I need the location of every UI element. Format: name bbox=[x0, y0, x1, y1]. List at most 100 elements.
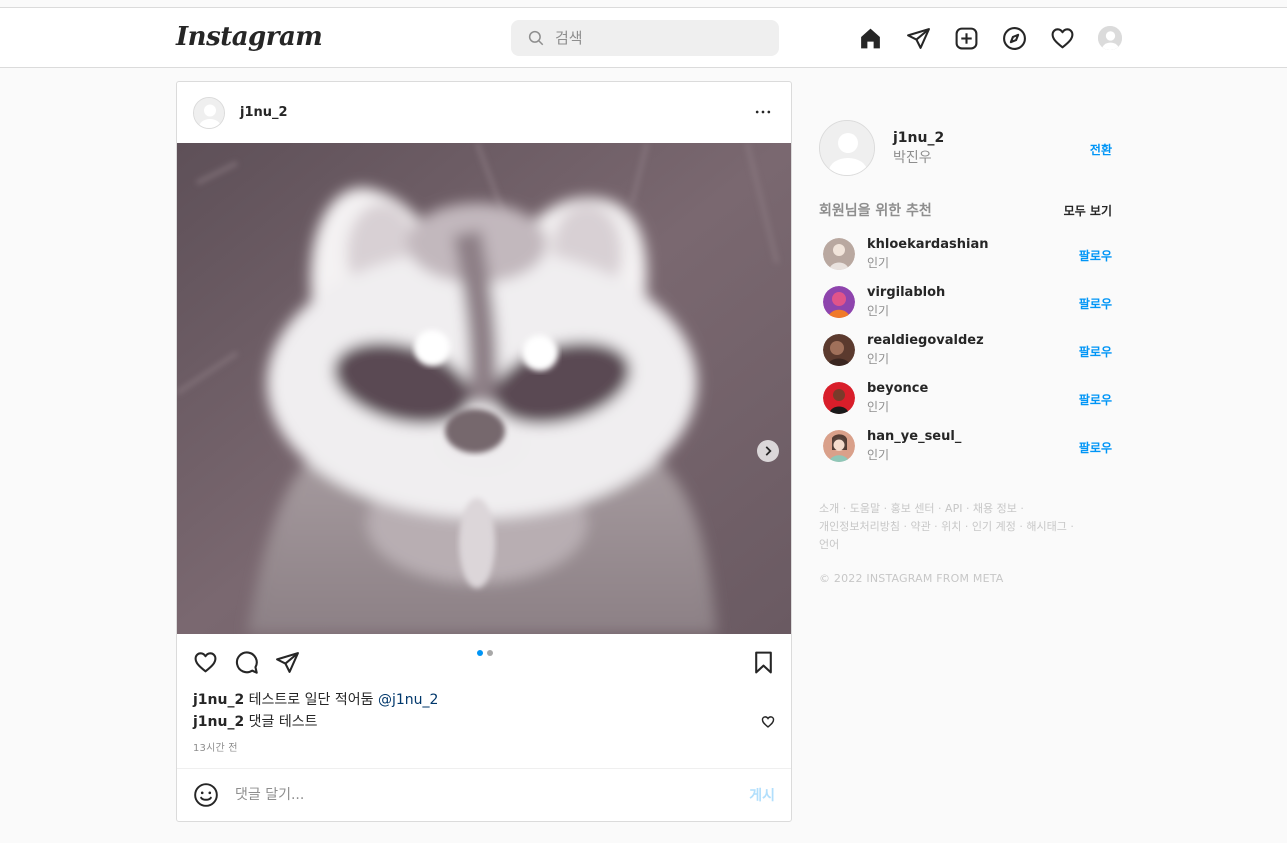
comment-like-button[interactable] bbox=[761, 714, 775, 728]
list-item: khloekardashian 인기 팔로우 bbox=[819, 230, 1112, 278]
more-options-button[interactable] bbox=[753, 102, 773, 127]
share-button[interactable] bbox=[275, 650, 301, 676]
new-post-button[interactable] bbox=[953, 25, 979, 51]
heart-icon bbox=[1051, 27, 1073, 48]
carousel-next-button[interactable] bbox=[757, 440, 779, 462]
suggested-user-avatar[interactable] bbox=[823, 430, 855, 462]
post-comment-button[interactable]: 게시 bbox=[749, 785, 775, 805]
avatar-image bbox=[823, 430, 855, 462]
comment-button[interactable] bbox=[234, 650, 260, 676]
post-actions bbox=[193, 650, 301, 676]
suggestion-reason: 인기 bbox=[867, 256, 890, 270]
save-button[interactable] bbox=[751, 650, 777, 676]
heart-icon bbox=[194, 652, 217, 673]
instagram-logo[interactable]: Instagram bbox=[176, 22, 323, 52]
avatar-image bbox=[823, 238, 855, 270]
follow-button[interactable]: 팔로우 bbox=[1079, 343, 1112, 360]
more-dots-icon bbox=[755, 110, 771, 114]
top-strip bbox=[0, 0, 1287, 8]
suggestion-reason: 인기 bbox=[867, 448, 890, 462]
suggested-username[interactable]: han_ye_seul_ bbox=[867, 429, 961, 444]
chevron-right-icon bbox=[765, 446, 772, 456]
send-icon bbox=[276, 652, 299, 673]
suggested-user-avatar[interactable] bbox=[823, 334, 855, 366]
default-avatar-icon bbox=[1098, 26, 1122, 50]
footer-links-line[interactable]: 소개 · 도움말 · 홍보 센터 · API · 채용 정보 · bbox=[819, 500, 1119, 518]
post-image[interactable] bbox=[177, 143, 791, 634]
suggested-user-avatar[interactable] bbox=[823, 286, 855, 318]
search-icon bbox=[528, 30, 544, 46]
follow-button[interactable]: 팔로우 bbox=[1079, 295, 1112, 312]
suggested-username[interactable]: realdiegovaldez bbox=[867, 333, 984, 348]
avatar bbox=[1098, 26, 1122, 50]
post-author-username[interactable]: j1nu_2 bbox=[240, 105, 288, 120]
copyright: © 2022 INSTAGRAM FROM META bbox=[819, 572, 1004, 585]
suggestion-reason: 인기 bbox=[867, 304, 890, 318]
suggested-username[interactable]: khloekardashian bbox=[867, 237, 989, 252]
plus-square-icon bbox=[955, 27, 977, 49]
footer-links-line[interactable]: 언어 bbox=[819, 536, 1119, 554]
carousel-dot bbox=[477, 650, 483, 656]
footer-links: 소개 · 도움말 · 홍보 센터 · API · 채용 정보 · 개인정보처리방… bbox=[819, 500, 1119, 554]
direct-messages-button[interactable] bbox=[905, 25, 931, 51]
suggestions-title: 회원님을 위한 추천 bbox=[819, 203, 932, 219]
default-avatar-icon bbox=[194, 97, 224, 128]
sidebar: j1nu_2 박진우 전환 회원님을 위한 추천 모두 보기 khloekard… bbox=[819, 120, 1112, 585]
feed-post: j1nu_2 j1nu_2 테스트로 일단 적어둠 @j1nu_2 j1nu_2… bbox=[176, 81, 792, 822]
switch-account-button[interactable]: 전환 bbox=[1090, 141, 1112, 158]
suggested-username[interactable]: beyonce bbox=[867, 381, 928, 396]
home-button[interactable] bbox=[857, 25, 883, 51]
suggestion-reason: 인기 bbox=[867, 400, 890, 414]
avatar-image bbox=[823, 286, 855, 318]
heart-icon bbox=[761, 716, 775, 728]
list-item: beyonce 인기 팔로우 bbox=[819, 374, 1112, 422]
nav-icons bbox=[857, 25, 1123, 51]
search-box[interactable] bbox=[511, 20, 779, 56]
see-all-button[interactable]: 모두 보기 bbox=[1064, 202, 1112, 219]
carousel-indicator bbox=[477, 650, 493, 656]
carousel-dot bbox=[487, 650, 493, 656]
raccoon-photo bbox=[177, 143, 791, 634]
post-header: j1nu_2 bbox=[177, 82, 791, 143]
top-navbar: Instagram bbox=[0, 8, 1287, 68]
like-button[interactable] bbox=[193, 650, 219, 676]
list-item: han_ye_seul_ 인기 팔로우 bbox=[819, 422, 1112, 470]
add-comment-bar: 게시 bbox=[177, 768, 791, 821]
explore-button[interactable] bbox=[1001, 25, 1027, 51]
caption-text: 테스트로 일단 적어둠 bbox=[248, 692, 374, 708]
bookmark-icon bbox=[755, 651, 772, 674]
follow-button[interactable]: 팔로우 bbox=[1079, 391, 1112, 408]
follow-button[interactable]: 팔로우 bbox=[1079, 439, 1112, 456]
suggested-username[interactable]: virgilabloh bbox=[867, 285, 945, 300]
search-input[interactable] bbox=[555, 29, 755, 47]
emoji-icon[interactable] bbox=[193, 782, 219, 808]
footer-links-line[interactable]: 개인정보처리방침 · 약관 · 위치 · 인기 계정 · 해시태그 · bbox=[819, 518, 1119, 536]
list-item: virgilabloh 인기 팔로우 bbox=[819, 278, 1112, 326]
comment-text: 댓글 테스트 bbox=[248, 714, 318, 730]
current-user-card: j1nu_2 박진우 전환 bbox=[819, 120, 1112, 176]
follow-button[interactable]: 팔로우 bbox=[1079, 247, 1112, 264]
home-icon bbox=[860, 28, 880, 48]
profile-button[interactable] bbox=[1097, 25, 1123, 51]
comment-username[interactable]: j1nu_2 bbox=[193, 714, 244, 730]
suggested-user-avatar[interactable] bbox=[823, 238, 855, 270]
current-user-username[interactable]: j1nu_2 bbox=[893, 130, 944, 146]
post-author-avatar[interactable] bbox=[193, 96, 225, 129]
suggestion-reason: 인기 bbox=[867, 352, 890, 366]
suggestions-list: khloekardashian 인기 팔로우 virgilabloh 인기 팔로… bbox=[819, 230, 1112, 470]
avatar-image bbox=[823, 334, 855, 366]
suggested-user-avatar[interactable] bbox=[823, 382, 855, 414]
activity-button[interactable] bbox=[1049, 25, 1075, 51]
compass-icon bbox=[1002, 26, 1026, 50]
caption-mention-link[interactable]: @j1nu_2 bbox=[378, 692, 438, 708]
post-timestamp[interactable]: 13시간 전 bbox=[193, 739, 238, 754]
current-user-avatar[interactable] bbox=[819, 120, 875, 176]
comment-input[interactable] bbox=[235, 787, 715, 803]
caption-username[interactable]: j1nu_2 bbox=[193, 692, 244, 708]
avatar-image bbox=[823, 382, 855, 414]
default-avatar-icon bbox=[820, 121, 874, 175]
post-caption: j1nu_2 테스트로 일단 적어둠 @j1nu_2 bbox=[193, 689, 438, 711]
comment-bubble-icon bbox=[235, 651, 258, 674]
current-user-name: 박진우 bbox=[893, 149, 932, 166]
comment-item: j1nu_2 댓글 테스트 bbox=[193, 711, 318, 731]
